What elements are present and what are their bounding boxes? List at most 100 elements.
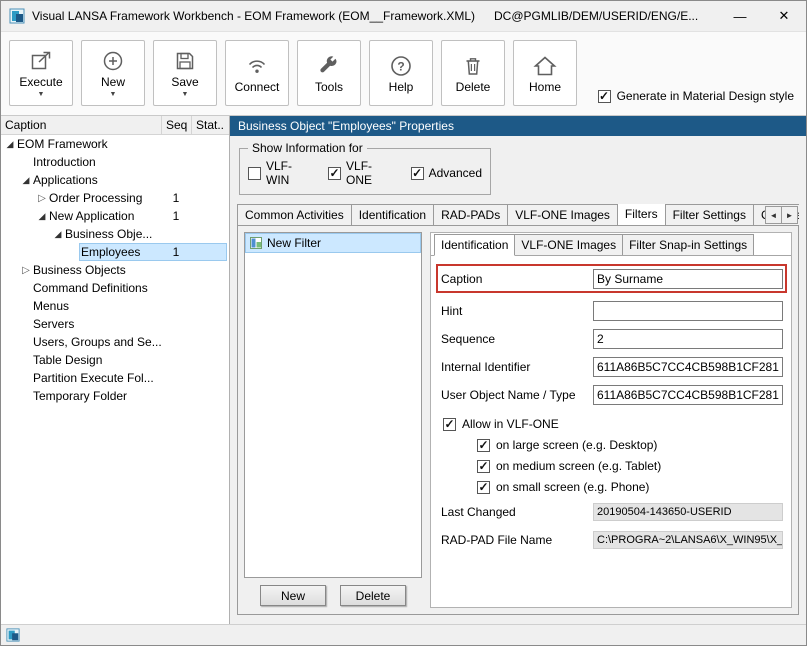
checkbox-icon xyxy=(443,418,456,431)
tree-item-users-groups[interactable]: Users, Groups and Se... xyxy=(1,333,229,351)
filter-buttons-row: New Delete xyxy=(244,578,422,608)
generate-material-design-label: Generate in Material Design style xyxy=(617,89,794,103)
hint-input[interactable] xyxy=(593,301,783,321)
inner-tab-filter-snap-in-settings[interactable]: Filter Snap-in Settings xyxy=(622,234,754,255)
filter-list-column: New Filter New Delete xyxy=(244,232,422,608)
toolbar: Execute ▼ New ▼ Save ▼ Connect Tools ? H… xyxy=(1,31,806,116)
tab-scroll-left-icon[interactable]: ◄ xyxy=(765,206,782,224)
checkbox-icon xyxy=(477,481,490,494)
tree-header: Caption Seq Stat.. xyxy=(1,116,229,135)
sequence-input[interactable] xyxy=(593,329,783,349)
expander-collapsed-icon[interactable] xyxy=(19,265,33,276)
filter-inner-tabstrip: Identification VLF-ONE Images Filter Sna… xyxy=(431,234,791,256)
delete-button[interactable]: Delete xyxy=(441,40,505,106)
tree-item-menus[interactable]: Menus xyxy=(1,297,229,315)
dropdown-arrow-icon: ▼ xyxy=(182,90,189,99)
expander-expanded-icon[interactable] xyxy=(51,229,65,240)
vlf-win-checkbox[interactable]: VLF-WIN xyxy=(248,159,312,187)
filter-identification-form: Caption Hint Sequence xyxy=(431,256,791,607)
small-screen-checkbox[interactable]: on small screen (e.g. Phone) xyxy=(477,480,783,494)
expander-expanded-icon[interactable] xyxy=(35,211,49,222)
tab-filters[interactable]: Filters xyxy=(617,204,666,225)
properties-body: Show Information for VLF-WIN VLF-ONE xyxy=(230,136,806,624)
tree-item-servers[interactable]: Servers xyxy=(1,315,229,333)
close-button[interactable]: ✕ xyxy=(762,1,806,31)
tab-scroll-right-icon[interactable]: ► xyxy=(781,206,798,224)
connect-icon xyxy=(245,53,269,80)
checkbox-icon xyxy=(477,460,490,473)
tree-item-partition-execute[interactable]: Partition Execute Fol... xyxy=(1,369,229,387)
tab-rad-pads[interactable]: RAD-PADs xyxy=(433,204,508,225)
properties-header: Business Object "Employees" Properties xyxy=(230,116,806,136)
show-information-label: Show Information for xyxy=(248,141,367,155)
hint-field-row: Hint xyxy=(441,300,783,321)
delete-filter-button[interactable]: Delete xyxy=(340,585,406,606)
medium-screen-checkbox[interactable]: on medium screen (e.g. Tablet) xyxy=(477,459,783,473)
expander-expanded-icon[interactable] xyxy=(19,175,33,186)
sequence-label: Sequence xyxy=(441,332,495,346)
filter-item-label: New Filter xyxy=(267,236,321,250)
internal-identifier-input[interactable] xyxy=(593,357,783,377)
tab-common-activities[interactable]: Common Activities xyxy=(237,204,352,225)
user-object-label: User Object Name / Type xyxy=(441,388,576,402)
internal-identifier-field-row: Internal Identifier xyxy=(441,356,783,377)
minimize-button[interactable]: — xyxy=(718,1,762,31)
tab-filter-settings[interactable]: Filter Settings xyxy=(665,204,754,225)
expander-expanded-icon[interactable] xyxy=(3,139,17,150)
tools-icon xyxy=(317,53,341,80)
expander-collapsed-icon[interactable] xyxy=(35,193,49,204)
tab-identification[interactable]: Identification xyxy=(351,204,434,225)
new-filter-button[interactable]: New xyxy=(260,585,326,606)
user-object-input[interactable] xyxy=(593,385,783,405)
tools-button[interactable]: Tools xyxy=(297,40,361,106)
checkbox-icon xyxy=(328,167,341,180)
filter-item-new-filter[interactable]: New Filter xyxy=(245,233,421,253)
tree-item-applications[interactable]: Applications xyxy=(1,171,229,189)
save-button-label: Save xyxy=(171,76,198,89)
delete-icon xyxy=(461,53,485,80)
save-button[interactable]: Save ▼ xyxy=(153,40,217,106)
tree-item-table-design[interactable]: Table Design xyxy=(1,351,229,369)
home-button[interactable]: Home xyxy=(513,40,577,106)
tree-item-temporary-folder[interactable]: Temporary Folder xyxy=(1,387,229,405)
filters-tab-content: New Filter New Delete Identification VLF… xyxy=(237,225,799,615)
statusbar-icon xyxy=(6,628,20,642)
connect-button-label: Connect xyxy=(235,81,280,94)
checkbox-icon xyxy=(477,439,490,452)
tree-item-introduction[interactable]: Introduction xyxy=(1,153,229,171)
new-button-label: New xyxy=(101,76,125,89)
app-window: Visual LANSA Framework Workbench - EOM F… xyxy=(0,0,807,646)
tree-item-eom-framework[interactable]: EOM Framework xyxy=(1,135,229,153)
tree-column-status: Stat.. xyxy=(191,116,229,134)
tree-item-new-application[interactable]: New Application 1 xyxy=(1,207,229,225)
tree-item-business-objects[interactable]: Business Objects xyxy=(1,261,229,279)
tree-item-order-processing[interactable]: Order Processing 1 xyxy=(1,189,229,207)
connect-button[interactable]: Connect xyxy=(225,40,289,106)
inner-tab-vlf-one-images[interactable]: VLF-ONE Images xyxy=(514,234,623,255)
help-button[interactable]: ? Help xyxy=(369,40,433,106)
user-object-field-row: User Object Name / Type xyxy=(441,384,783,405)
new-button[interactable]: New ▼ xyxy=(81,40,145,106)
home-button-label: Home xyxy=(529,81,561,94)
vlf-one-checkbox[interactable]: VLF-ONE xyxy=(328,159,395,187)
caption-input[interactable] xyxy=(593,269,783,289)
tab-vlf-one-images[interactable]: VLF-ONE Images xyxy=(507,204,618,225)
tree-item-employees[interactable]: Employees 1 xyxy=(1,243,229,261)
delete-button-label: Delete xyxy=(456,81,491,94)
generate-material-design-checkbox[interactable]: Generate in Material Design style xyxy=(598,89,794,103)
rad-pad-file-label: RAD-PAD File Name xyxy=(441,533,552,547)
rad-pad-file-row: RAD-PAD File Name C:\PROGRA~2\LANSA6\X_W… xyxy=(441,529,783,550)
tree-item-business-objects-node[interactable]: Business Obje... xyxy=(1,225,229,243)
svg-text:?: ? xyxy=(397,60,404,74)
execute-button[interactable]: Execute ▼ xyxy=(9,40,73,106)
main-area: Caption Seq Stat.. EOM Framework Introdu… xyxy=(1,116,806,624)
large-screen-checkbox[interactable]: on large screen (e.g. Desktop) xyxy=(477,438,783,452)
inner-tab-identification[interactable]: Identification xyxy=(434,234,515,256)
window-connection: DC@PGMLIB/DEM/USERID/ENG/E... xyxy=(494,9,698,23)
checkbox-icon xyxy=(411,167,424,180)
advanced-checkbox[interactable]: Advanced xyxy=(411,159,482,187)
window-title: Visual LANSA Framework Workbench - EOM F… xyxy=(32,9,475,23)
allow-vlf-one-checkbox[interactable]: Allow in VLF-ONE xyxy=(443,417,783,431)
titlebar: Visual LANSA Framework Workbench - EOM F… xyxy=(1,1,806,31)
tree-item-command-definitions[interactable]: Command Definitions xyxy=(1,279,229,297)
